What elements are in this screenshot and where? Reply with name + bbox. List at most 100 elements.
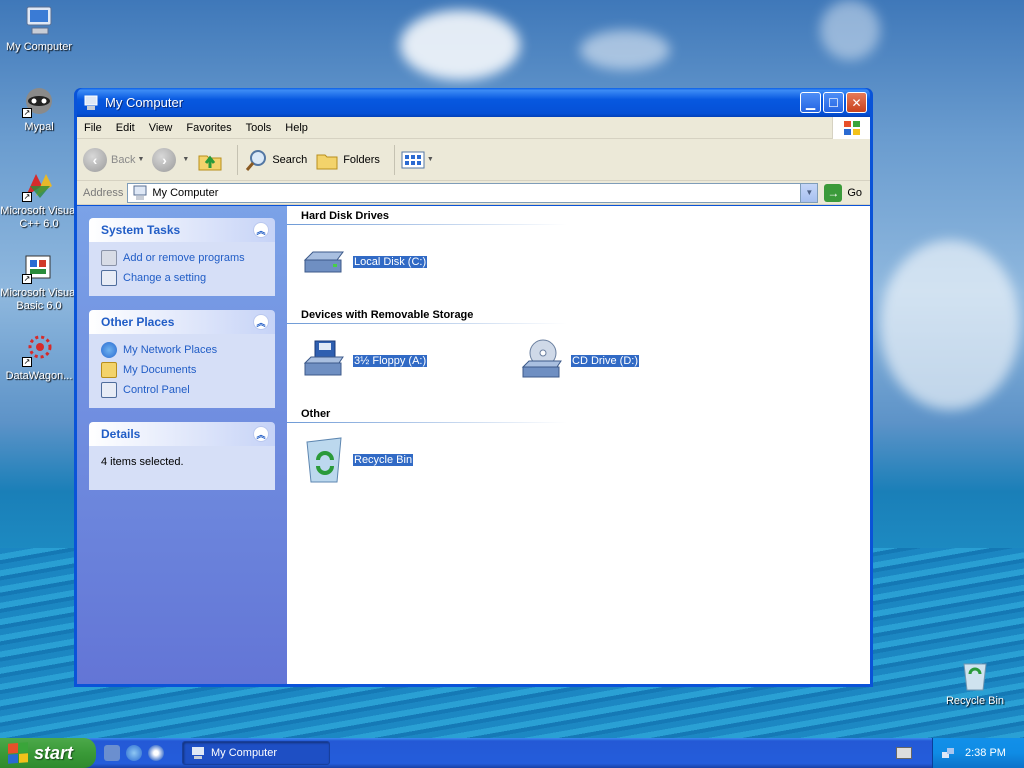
folders-icon <box>316 154 338 169</box>
desktop-icon-label: Mypal <box>24 121 54 133</box>
control-panel-link[interactable]: Control Panel <box>101 380 263 400</box>
address-value: My Computer <box>152 186 219 199</box>
window-content: System Tasks ︽ Add or remove programs Ch… <box>77 206 870 684</box>
link-label: Control Panel <box>123 384 190 396</box>
close-icon: ✕ <box>851 95 862 110</box>
my-documents-link[interactable]: My Documents <box>101 360 263 380</box>
panel-body: 4 items selected. <box>89 446 275 490</box>
chevron-down-icon: ▼ <box>137 156 145 163</box>
shortcut-arrow-icon: ↗ <box>22 192 32 202</box>
drive-item-floppy-a[interactable]: 3½ Floppy (A:) <box>301 337 428 385</box>
windows-flag-icon <box>8 742 28 764</box>
desktop-icon-visual-cpp[interactable]: ↗ Microsoft Visual C++ 6.0 <box>0 168 78 231</box>
details-header[interactable]: Details ︽ <box>89 422 275 446</box>
datawagon-icon: ↗ <box>22 333 56 367</box>
add-remove-programs-link[interactable]: Add or remove programs <box>101 248 263 268</box>
system-tasks-panel: System Tasks ︽ Add or remove programs Ch… <box>89 218 275 296</box>
desktop-icon-recycle-bin[interactable]: Recycle Bin <box>936 658 1014 708</box>
back-button[interactable]: ‹ Back ▼ <box>83 147 145 172</box>
address-dropdown-button[interactable]: ▼ <box>800 183 818 202</box>
desktop-icon-label: Microsoft Visual C++ 6.0 <box>0 205 78 230</box>
collapse-chevron-icon[interactable]: ︽ <box>253 222 269 238</box>
raccoon-icon: ↗ <box>22 84 56 118</box>
views-button[interactable]: ▼ <box>401 150 434 170</box>
group-header-hard-disk-drives: Hard Disk Drives <box>301 210 390 222</box>
search-button[interactable]: Search <box>244 148 307 172</box>
start-button[interactable]: start <box>0 738 96 768</box>
media-player-icon[interactable] <box>148 745 164 761</box>
keyboard-icon[interactable] <box>896 747 912 759</box>
up-folder-button[interactable] <box>197 148 223 172</box>
go-arrow-icon: → <box>824 183 843 202</box>
go-button[interactable]: → Go <box>818 183 870 202</box>
panel-title: Details <box>101 427 141 441</box>
cloud <box>820 0 880 60</box>
address-input[interactable]: My Computer ▼ <box>127 182 819 203</box>
drive-item-local-disk-c[interactable]: Local Disk (C:) <box>301 238 428 286</box>
desktop-icon-label: DataWagon... <box>5 370 73 382</box>
floppy-drive-icon <box>301 337 349 385</box>
computer-icon <box>22 4 56 38</box>
panel-body: My Network Places My Documents Control P… <box>89 334 275 408</box>
folders-label: Folders <box>343 153 380 166</box>
close-button[interactable]: ✕ <box>846 92 867 113</box>
change-setting-link[interactable]: Change a setting <box>101 268 263 288</box>
up-folder-icon <box>198 155 222 170</box>
menu-edit[interactable]: Edit <box>109 122 142 134</box>
clock[interactable]: 2:38 PM <box>965 747 1006 759</box>
forward-button[interactable]: › ▼ <box>152 147 189 172</box>
menu-tools[interactable]: Tools <box>239 122 279 134</box>
desktop-icon-mypal[interactable]: ↗ Mypal <box>0 84 78 134</box>
group-divider <box>287 323 567 324</box>
group-header-removable-storage: Devices with Removable Storage <box>301 309 474 321</box>
system-tasks-header[interactable]: System Tasks ︽ <box>89 218 275 242</box>
cloud <box>880 240 1020 410</box>
details-text: 4 items selected. <box>101 456 184 468</box>
internet-explorer-icon[interactable] <box>126 745 142 761</box>
collapse-chevron-icon[interactable]: ︽ <box>253 426 269 442</box>
show-desktop-icon[interactable] <box>104 745 120 761</box>
desktop-icon-label: Recycle Bin <box>945 695 1005 707</box>
computer-icon <box>192 747 204 759</box>
collapse-chevron-icon[interactable]: ︽ <box>253 314 269 330</box>
group-divider <box>287 224 567 225</box>
network-icon[interactable] <box>941 746 955 760</box>
control-panel-icon <box>101 382 117 398</box>
visual-cpp-icon: ↗ <box>22 168 56 202</box>
file-view[interactable]: Hard Disk Drives Local Disk (C:) Devices… <box>287 206 870 684</box>
forward-arrow-icon: › <box>152 147 177 172</box>
shortcut-arrow-icon: ↗ <box>22 357 32 367</box>
search-label: Search <box>272 153 308 166</box>
maximize-button[interactable]: ☐ <box>823 92 844 113</box>
desktop-icon-visual-basic[interactable]: ↗ Microsoft Visual Basic 6.0 <box>0 250 78 313</box>
chevron-down-icon: ▼ <box>805 188 814 197</box>
folders-button[interactable]: Folders <box>315 149 380 171</box>
minimize-button[interactable]: ▁ <box>800 92 821 113</box>
visual-basic-icon: ↗ <box>22 250 56 284</box>
window-titlebar[interactable]: My Computer ▁ ☐ ✕ <box>77 88 870 117</box>
group-divider <box>287 422 567 423</box>
shortcut-arrow-icon: ↗ <box>22 108 32 118</box>
item-recycle-bin[interactable]: Recycle Bin <box>301 436 414 484</box>
my-computer-window[interactable]: My Computer ▁ ☐ ✕ File Edit View Favorit… <box>74 88 873 687</box>
desktop-icon-my-computer[interactable]: My Computer <box>0 4 78 54</box>
desktop-icon-datawagon[interactable]: ↗ DataWagon... <box>0 333 78 383</box>
standard-toolbar: ‹ Back ▼ › ▼ Search Folders ▼ <box>77 139 870 181</box>
toolbar-separator <box>393 144 395 175</box>
item-label: Local Disk (C:) <box>353 256 428 268</box>
menu-file[interactable]: File <box>77 122 109 134</box>
menu-favorites[interactable]: Favorites <box>179 122 238 134</box>
start-label: start <box>34 742 74 763</box>
search-icon <box>246 149 267 171</box>
link-label: Change a setting <box>123 272 207 284</box>
menu-view[interactable]: View <box>142 122 180 134</box>
menu-bar: File Edit View Favorites Tools Help <box>77 117 870 139</box>
taskbar-item-my-computer[interactable]: My Computer <box>182 741 330 765</box>
control-panel-icon <box>101 270 117 286</box>
menu-help[interactable]: Help <box>278 122 315 134</box>
other-places-header[interactable]: Other Places ︽ <box>89 310 275 334</box>
back-label: Back <box>111 153 136 166</box>
my-network-places-link[interactable]: My Network Places <box>101 340 263 360</box>
drive-item-cd-drive-d[interactable]: CD Drive (D:) <box>519 337 639 385</box>
group-header-other: Other <box>301 408 331 420</box>
